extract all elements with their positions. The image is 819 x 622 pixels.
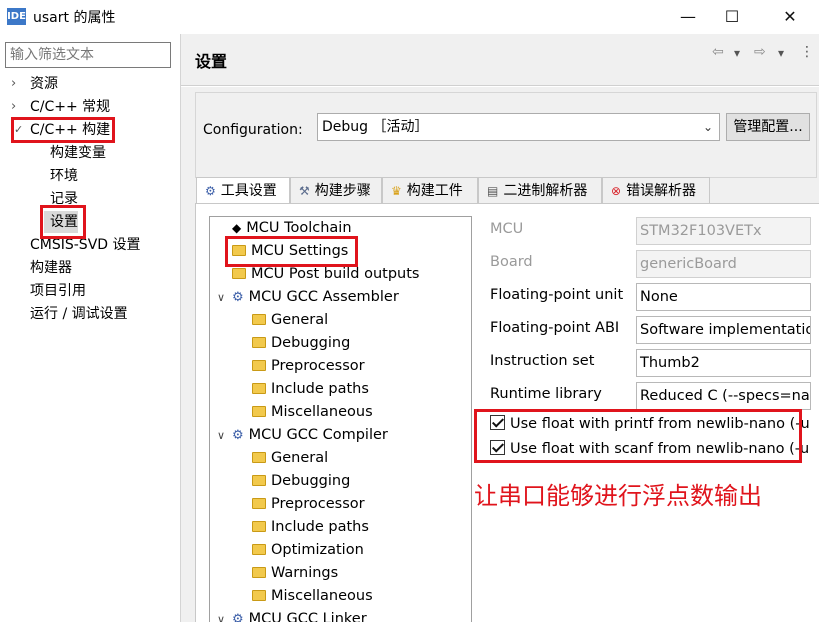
forward-arrow-icon[interactable]: ⇨ (754, 44, 766, 60)
tree-item-label: Miscellaneous (271, 588, 373, 604)
tab-error-parsers[interactable]: ⊗ 错误解析器 (602, 177, 710, 203)
app-icon: IDE (7, 8, 26, 25)
checkbox-label: Use float with scanf from newlib-nano (-… (510, 441, 810, 457)
checkbox-checked-icon[interactable] (490, 440, 505, 455)
window-title: usart 的属性 (33, 10, 116, 26)
binary-parser-icon: ▤ (487, 184, 499, 198)
tab-label: 构建工件 (406, 183, 463, 199)
nav-item-builders[interactable]: 构建器 (30, 257, 72, 279)
tab-build-steps[interactable]: ⚒ 构建步骤 (290, 177, 382, 203)
tree-item-cc-preprocessor[interactable]: Preprocessor (252, 493, 365, 516)
tree-item-cc-misc[interactable]: Miscellaneous (252, 585, 373, 608)
title-bar: IDE usart 的属性 — ☐ ✕ (0, 0, 819, 34)
nav-item-settings[interactable]: 设置 (44, 211, 78, 233)
nav-item-cmsis-svd[interactable]: CMSIS-SVD 设置 (30, 234, 141, 256)
nav-item-cpp-build[interactable]: ✓ C/C++ 构建 (0, 119, 181, 141)
collapse-icon[interactable]: ∨ (217, 608, 225, 622)
page-title: 设置 (195, 52, 228, 71)
printf-float-checkbox[interactable]: Use float with printf from newlib-nano (… (490, 415, 810, 432)
minimize-button[interactable]: — (666, 2, 710, 32)
error-icon: ⊗ (611, 184, 622, 198)
red-annotation-text: 让串口能够进行浮点数输出 (474, 482, 762, 510)
forward-dropdown-icon[interactable]: ▾ (778, 46, 784, 60)
tab-label: 工具设置 (220, 183, 277, 199)
settings-content: Configuration: Debug ［活动］ ⌄ 管理配置... ⚙ 工具设… (181, 87, 819, 622)
page-header: 设置 ⇦ ▾ ⇨ ▾ ⋮ (181, 34, 819, 86)
back-dropdown-icon[interactable]: ▾ (734, 46, 740, 60)
property-nav-pane: › 资源 › C/C++ 常规 ✓ C/C++ 构建 构建变量 环境 记录 设置… (0, 34, 181, 622)
folder-icon (252, 475, 266, 486)
nav-item-run-debug-settings[interactable]: 运行 / 调试设置 (30, 303, 128, 325)
folder-icon (252, 567, 266, 578)
folder-icon (252, 590, 266, 601)
gear-icon: ⚙ (205, 184, 216, 198)
tree-item-label: Debugging (271, 473, 351, 489)
checkbox-clip: Use float with printf from newlib-nano (… (196, 204, 810, 464)
nav-item-logging[interactable]: 记录 (50, 188, 78, 210)
tool-settings-panel: ◆ MCU Toolchain MCU Settings MCU Post bui… (195, 203, 819, 622)
configuration-group: Configuration: Debug ［活动］ ⌄ 管理配置... (195, 92, 817, 178)
tab-label: 错误解析器 (626, 183, 697, 199)
trophy-icon: ♛ (391, 184, 402, 198)
tree-item-label: MCU GCC Linker (248, 611, 367, 622)
folder-icon (252, 521, 266, 532)
close-button[interactable]: ✕ (768, 2, 812, 32)
tab-label: 构建步骤 (314, 183, 371, 199)
tree-item-cc-optimization[interactable]: Optimization (252, 539, 364, 562)
tab-label: 二进制解析器 (503, 183, 588, 199)
tab-tool-settings[interactable]: ⚙ 工具设置 (196, 177, 290, 205)
nav-item-build-variables[interactable]: 构建变量 (50, 142, 106, 164)
manage-configurations-button[interactable]: 管理配置... (726, 113, 810, 141)
nav-item-label: C/C++ 构建 (30, 122, 111, 138)
tree-item-label: Warnings (271, 565, 339, 581)
configuration-select[interactable]: Debug ［活动］ ⌄ (317, 113, 720, 141)
nav-item-cpp-general[interactable]: › C/C++ 常规 (0, 96, 181, 118)
chevron-down-icon: ⌄ (702, 120, 713, 134)
tab-bar: ⚙ 工具设置 ⚒ 构建步骤 ♛ 构建工件 ▤ 二进制解析器 ⊗ 错误解析器 (196, 177, 819, 205)
chevron-right-icon[interactable]: › (11, 73, 16, 95)
nav-item-label: 资源 (30, 76, 58, 92)
hammer-icon: ⚒ (299, 184, 310, 198)
maximize-button[interactable]: ☐ (710, 2, 754, 32)
expanded-check-icon[interactable]: ✓ (14, 119, 23, 141)
tree-item-cc-debugging[interactable]: Debugging (252, 470, 350, 493)
configuration-value: Debug ［活动］ (322, 119, 429, 135)
tree-item-label: Optimization (271, 542, 364, 558)
back-arrow-icon[interactable]: ⇦ (712, 44, 724, 60)
configuration-label: Configuration: (203, 122, 303, 138)
tab-build-artifact[interactable]: ♛ 构建工件 (382, 177, 478, 203)
tree-item-label: Include paths (271, 519, 369, 535)
nav-item-resource[interactable]: › 资源 (0, 73, 181, 95)
checkbox-checked-icon[interactable] (490, 415, 505, 430)
tree-item-cc-include-paths[interactable]: Include paths (252, 516, 369, 539)
nav-item-label: C/C++ 常规 (30, 99, 111, 115)
gear-icon: ⚙ (232, 612, 244, 622)
folder-icon (252, 498, 266, 509)
checkbox-label: Use float with printf from newlib-nano (… (510, 416, 810, 432)
folder-icon (252, 544, 266, 555)
tree-item-label: Preprocessor (271, 496, 365, 512)
view-menu-icon[interactable]: ⋮ (800, 44, 814, 60)
nav-item-project-references[interactable]: 项目引用 (30, 280, 86, 302)
chevron-right-icon[interactable]: › (11, 96, 16, 118)
filter-input[interactable] (5, 42, 171, 68)
nav-item-environment[interactable]: 环境 (50, 165, 78, 187)
tree-item-cc-warnings[interactable]: Warnings (252, 562, 338, 585)
scanf-float-checkbox[interactable]: Use float with scanf from newlib-nano (-… (490, 440, 810, 457)
tab-binary-parsers[interactable]: ▤ 二进制解析器 (478, 177, 602, 203)
tree-item-gcc-linker[interactable]: ⚙ MCU GCC Linker (232, 608, 367, 622)
